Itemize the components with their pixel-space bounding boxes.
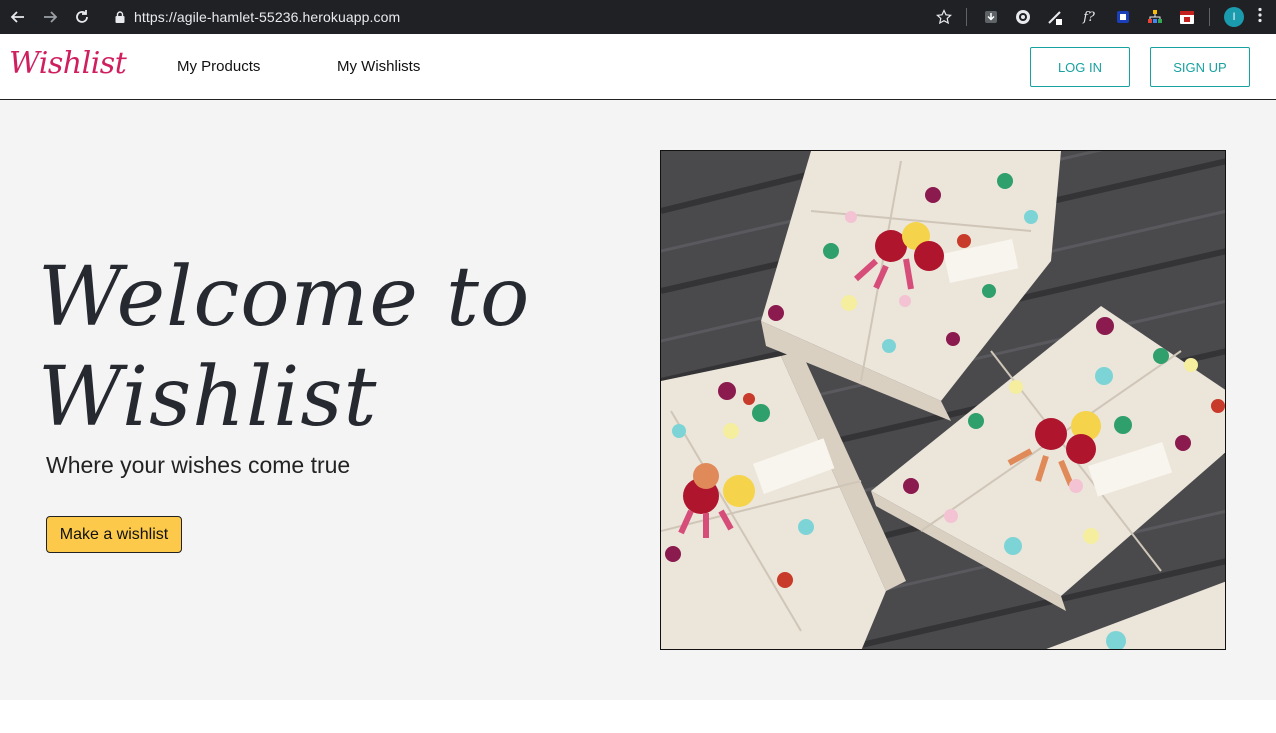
toolbar-divider [966, 8, 967, 26]
menu-kebab-icon[interactable] [1258, 7, 1262, 27]
pen-icon[interactable] [1047, 9, 1063, 25]
calendar-icon[interactable] [1179, 9, 1195, 25]
forward-arrow-icon[interactable] [40, 7, 60, 27]
back-arrow-icon[interactable] [8, 7, 28, 27]
profile-avatar[interactable]: I [1224, 7, 1244, 27]
download-icon[interactable] [983, 9, 999, 25]
star-icon[interactable] [936, 9, 952, 25]
brand-logo[interactable]: Wishlist [9, 46, 127, 81]
nav-link-my-wishlists[interactable]: My Wishlists [337, 58, 420, 75]
signup-button[interactable]: SIGN UP [1150, 47, 1250, 87]
gift-boxes-illustration [661, 151, 1225, 649]
page-footer-strip [0, 700, 1276, 733]
function-icon[interactable]: f? [1079, 9, 1099, 25]
site-navbar: Wishlist My Products My Wishlists LOG IN… [0, 34, 1276, 100]
nav-link-my-products[interactable]: My Products [177, 58, 260, 75]
hero-section: Welcome to Wishlist Where your wishes co… [0, 100, 1276, 700]
lock-icon[interactable] [114, 10, 126, 24]
reload-icon[interactable] [72, 7, 92, 27]
puzzle-icon[interactable] [1147, 9, 1163, 25]
hero-subtitle: Where your wishes come true [46, 452, 351, 478]
hero-photo [660, 150, 1226, 650]
login-button[interactable]: LOG IN [1030, 47, 1130, 87]
make-wishlist-button[interactable]: Make a wishlist [46, 516, 182, 553]
hero-title: Welcome to Wishlist [38, 250, 531, 445]
toolbar-divider [1209, 8, 1210, 26]
extension-icon[interactable] [1015, 9, 1031, 25]
browser-toolbar: https://agile-hamlet-55236.herokuapp.com… [0, 0, 1276, 34]
square-icon[interactable] [1115, 9, 1131, 25]
address-bar[interactable]: https://agile-hamlet-55236.herokuapp.com [134, 9, 400, 25]
